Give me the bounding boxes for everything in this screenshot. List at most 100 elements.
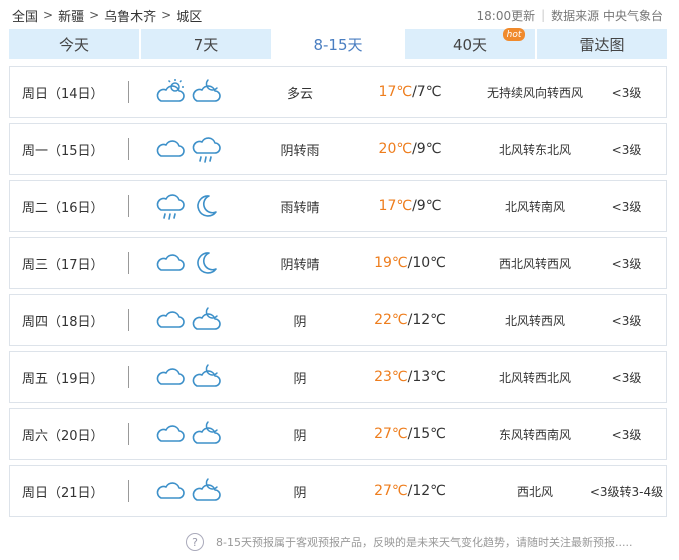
question-icon[interactable]: ? [186, 533, 204, 551]
breadcrumb-separator: > [161, 8, 172, 22]
forecast-day: 周五（19日） [22, 371, 104, 387]
temperature: 17℃/7℃ [355, 67, 465, 117]
low-temp: /12℃ [407, 483, 446, 499]
weather-icons [155, 238, 235, 288]
forecast-day: 周日（14日） [22, 86, 104, 102]
low-temp: /9℃ [412, 141, 442, 157]
forecast-row: 周日（21日） 阴 27℃/12℃ 西北风 <3级转3-4级 [9, 465, 667, 517]
forecast-row: 周日（14日） 多云 17℃/7℃ 无持续风向转西风 <3级 [9, 66, 667, 118]
cloudy-night-icon [191, 362, 221, 392]
low-temp: /12℃ [407, 312, 446, 328]
low-temp: /9℃ [412, 198, 442, 214]
wind-level: <3级 [611, 85, 642, 100]
wind-level: <3级 [611, 199, 642, 214]
forecast-row: 周六（20日） 阴 27℃/15℃ 东风转西南风 <3级 [9, 408, 667, 460]
footer-note: ? 8-15天预报属于客观预报产品，反映的是未来天气变化趋势，请随时关注最新预报… [186, 531, 632, 553]
divider [128, 366, 129, 388]
weather-icons [155, 181, 235, 231]
forecast-tabs: 今天 7天 8-15天 40天 雷达图 [9, 29, 667, 59]
cloud-icon [155, 476, 185, 506]
divider [128, 480, 129, 502]
weather-icons [155, 295, 235, 345]
weather-icons [155, 124, 235, 174]
forecast-row: 周五（19日） 阴 23℃/13℃ 北风转西北风 <3级 [9, 351, 667, 403]
rain-icon [191, 134, 221, 164]
tab-7-days[interactable]: 7天 [141, 29, 271, 59]
cloud-icon [155, 248, 185, 278]
divider: | [541, 8, 546, 22]
high-temp: 17℃ [378, 84, 413, 100]
moon-icon [191, 248, 221, 278]
forecast-day: 周三（17日） [22, 257, 104, 273]
update-time: 18:00更新 [476, 8, 536, 23]
breadcrumb-item[interactable]: 乌鲁木齐 [104, 6, 156, 25]
sunny-cloudy-icon [155, 77, 185, 107]
moon-icon [191, 191, 221, 221]
cloud-icon [155, 362, 185, 392]
divider [128, 138, 129, 160]
weather-condition: 多云 [286, 86, 313, 102]
forecast-day: 周一（15日） [22, 143, 104, 159]
weather-condition: 阴转雨 [280, 143, 320, 159]
forecast-row: 周二（16日） 雨转晴 17℃/9℃ 北风转南风 <3级 [9, 180, 667, 232]
weather-condition: 阴转晴 [280, 257, 320, 273]
temperature: 20℃/9℃ [355, 124, 465, 174]
high-temp: 22℃ [374, 312, 408, 328]
update-info: 18:00更新 | 数据来源 中央气象台 [477, 6, 663, 24]
weather-icons [155, 409, 235, 459]
forecast-row: 周四（18日） 阴 22℃/12℃ 北风转西风 <3级 [9, 294, 667, 346]
forecast-day: 周二（16日） [22, 200, 104, 216]
weather-condition: 雨转晴 [280, 200, 320, 216]
forecast-day: 周六（20日） [22, 428, 104, 444]
wind-level: <3级转3-4级 [589, 484, 664, 499]
cloudy-night-icon [191, 476, 221, 506]
low-temp: /7℃ [412, 84, 442, 100]
breadcrumb-item[interactable]: 新疆 [58, 6, 84, 25]
high-temp: 23℃ [374, 369, 408, 385]
low-temp: /10℃ [407, 255, 446, 271]
temperature: 22℃/12℃ [355, 295, 465, 345]
wind-level: <3级 [611, 313, 642, 328]
weather-condition: 阴 [293, 485, 307, 501]
divider [128, 423, 129, 445]
cloudy-night-icon [191, 419, 221, 449]
tab-today[interactable]: 今天 [9, 29, 139, 59]
hot-badge: hot [503, 28, 525, 41]
wind-level: <3级 [611, 142, 642, 157]
data-source: 数据来源 中央气象台 [551, 8, 663, 23]
divider [128, 81, 129, 103]
tab-8-15-days[interactable]: 8-15天 [273, 29, 403, 59]
temperature: 27℃/15℃ [355, 409, 465, 459]
weather-icons [155, 352, 235, 402]
cloud-icon [155, 419, 185, 449]
cloudy-night-icon [191, 305, 221, 335]
high-temp: 19℃ [374, 255, 408, 271]
wind-level: <3级 [611, 256, 642, 271]
forecast-day: 周日（21日） [22, 485, 104, 501]
rain-icon [155, 191, 185, 221]
tab-radar[interactable]: 雷达图 [537, 29, 667, 59]
breadcrumb-separator: > [43, 8, 54, 22]
divider [128, 195, 129, 217]
high-temp: 27℃ [374, 483, 408, 499]
forecast-day: 周四（18日） [22, 314, 104, 330]
low-temp: /15℃ [407, 426, 446, 442]
weather-condition: 阴 [293, 371, 307, 387]
forecast-row: 周一（15日） 阴转雨 20℃/9℃ 北风转东北风 <3级 [9, 123, 667, 175]
temperature: 27℃/12℃ [355, 466, 465, 516]
high-temp: 27℃ [374, 426, 408, 442]
breadcrumb-item[interactable]: 全国 [12, 6, 38, 25]
temperature: 19℃/10℃ [355, 238, 465, 288]
forecast-row: 周三（17日） 阴转晴 19℃/10℃ 西北风转西风 <3级 [9, 237, 667, 289]
breadcrumb-item[interactable]: 城区 [176, 6, 202, 25]
divider [128, 309, 129, 331]
weather-icons [155, 466, 235, 516]
temperature: 23℃/13℃ [355, 352, 465, 402]
weather-icons [155, 67, 235, 117]
low-temp: /13℃ [407, 369, 446, 385]
footer-text[interactable]: 8-15天预报属于客观预报产品，反映的是未来天气变化趋势，请随时关注最新预报..… [216, 534, 632, 550]
weather-condition: 阴 [293, 314, 307, 330]
cloud-icon [155, 305, 185, 335]
breadcrumb-separator: > [89, 8, 100, 22]
breadcrumb: 全国 > 新疆 > 乌鲁木齐 > 城区 [12, 6, 202, 25]
